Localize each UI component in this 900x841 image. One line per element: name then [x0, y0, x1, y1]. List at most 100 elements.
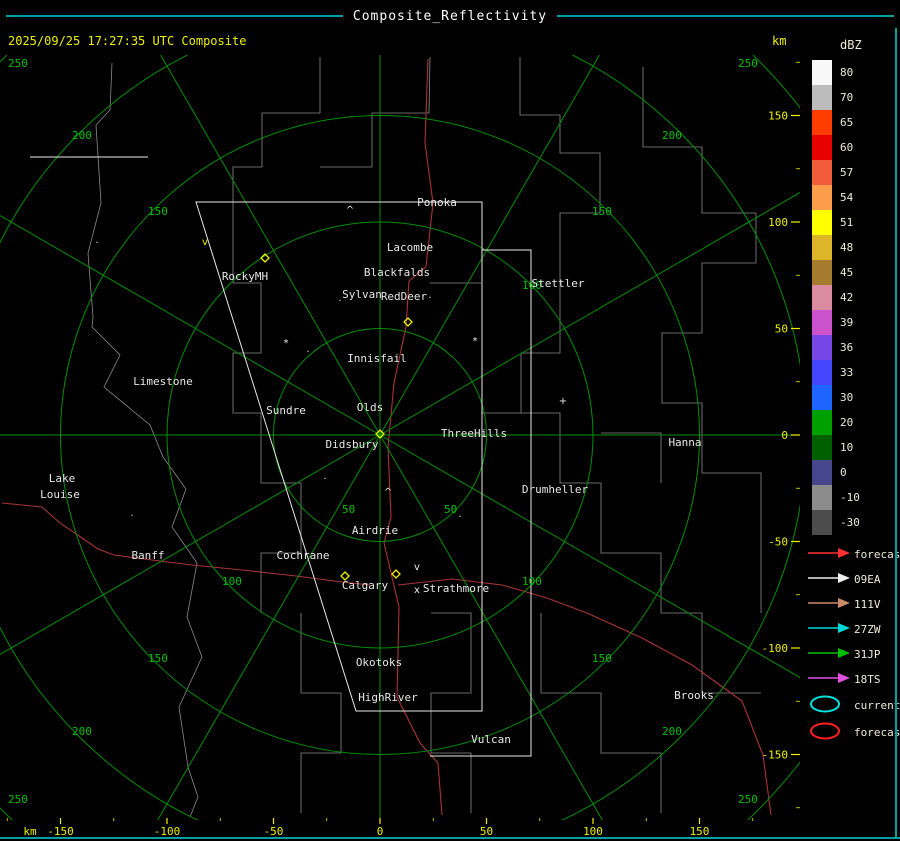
- legend-item: 27ZW: [806, 617, 900, 642]
- city-label: Drumheller: [522, 483, 589, 496]
- colorbar-row: 36: [812, 335, 860, 360]
- colorbar-row: 33: [812, 360, 860, 385]
- colorbar-value-label: 39: [840, 316, 853, 329]
- colorbar-value-label: 60: [840, 141, 853, 154]
- colorbar-row: -30: [812, 510, 860, 535]
- colorbar-value-label: 48: [840, 241, 853, 254]
- legend-item: 18TS: [806, 667, 900, 692]
- legend-label: 18TS: [854, 673, 881, 686]
- timestamp-label: 2025/09/25 17:27:35 UTC Composite: [8, 34, 246, 48]
- colorbar-swatch: [812, 410, 832, 435]
- ring-distance-label: 200: [662, 725, 682, 738]
- track-legend: forecast09EA111V27ZW31JP18TScurrentforec…: [806, 542, 900, 746]
- right-axis-tick-label: -150: [762, 749, 789, 762]
- colorbar-value-label: 70: [840, 91, 853, 104]
- colorbar-value-label: 57: [840, 166, 853, 179]
- city-label: RedDeer: [381, 290, 428, 303]
- legend-label: forecast: [854, 726, 900, 739]
- colorbar-value-label: 42: [840, 291, 853, 304]
- colorbar-row: 51: [812, 210, 860, 235]
- legend-arrow-icon: [806, 645, 854, 664]
- radar-site-diamond-icon: [404, 318, 412, 326]
- poi-marker-icon: *: [284, 338, 289, 349]
- colorbar-swatch: [812, 260, 832, 285]
- poi-marker-icon: .: [95, 235, 98, 246]
- arrow-head: [838, 623, 850, 633]
- arrow-head: [838, 648, 850, 658]
- colorbar-row: 60: [812, 135, 860, 160]
- ring-distance-label: 150: [592, 652, 612, 665]
- colorbar-value-label: 45: [840, 266, 853, 279]
- title-rule-right: [557, 15, 894, 17]
- ring-distance-label: 250: [738, 793, 758, 806]
- colorbar-row: 20: [812, 410, 860, 435]
- city-label: Stettler: [532, 277, 585, 290]
- reflectivity-colorbar: 807065605754514845423936333020100-10-30: [812, 60, 860, 535]
- ellipse-outline: [811, 723, 839, 738]
- right-axis-tick-label: -100: [762, 642, 789, 655]
- colorbar-swatch: [812, 385, 832, 410]
- city-label: Brooks: [674, 689, 714, 702]
- city-label: Calgary: [342, 579, 389, 592]
- poi-marker-icon: .: [338, 293, 341, 304]
- colorbar-value-label: 20: [840, 416, 853, 429]
- colorbar-value-label: 80: [840, 66, 853, 79]
- colorbar-swatch: [812, 60, 832, 85]
- poi-marker-icon: x: [414, 585, 420, 596]
- ring-distance-label: 100: [222, 575, 242, 588]
- colorbar-value-label: 0: [840, 466, 847, 479]
- city-label: Lacombe: [387, 241, 433, 254]
- ring-distance-label: 250: [8, 57, 28, 70]
- colorbar-swatch: [812, 335, 832, 360]
- legend-item: forecast: [806, 542, 900, 567]
- city-label: ThreeHills: [441, 427, 507, 440]
- colorbar-value-label: 65: [840, 116, 853, 129]
- city-label: Banff: [131, 549, 164, 562]
- legend-label: 31JP: [854, 648, 881, 661]
- poi-marker-icon: +: [559, 396, 567, 407]
- poi-marker-icon: *: [473, 336, 478, 347]
- colorbar-swatch: [812, 135, 832, 160]
- colorbar-row: 48: [812, 235, 860, 260]
- colorbar-row: 10: [812, 435, 860, 460]
- colorbar-value-label: 33: [840, 366, 853, 379]
- colorbar-value-label: -30: [840, 516, 860, 529]
- colorbar-row: 45: [812, 260, 860, 285]
- arrow-head: [838, 673, 850, 683]
- side-panel: dBZ 807065605754514845423936333020100-10…: [800, 28, 900, 838]
- colorbar-value-label: 10: [840, 441, 853, 454]
- poi-marker-icon: .: [130, 508, 133, 519]
- city-label: Strathmore: [423, 582, 489, 595]
- colorbar-value-label: 30: [840, 391, 853, 404]
- legend-arrow-icon: [806, 620, 854, 639]
- city-label: Limestone: [133, 375, 193, 388]
- ring-distance-label: 50: [444, 503, 457, 516]
- colorbar-swatch: [812, 435, 832, 460]
- colorbar-value-label: 51: [840, 216, 853, 229]
- radial-spoke: [380, 135, 800, 435]
- legend-arrow-icon: [806, 545, 854, 564]
- right-axis-unit-label: km: [772, 34, 786, 48]
- arrow-head: [838, 598, 850, 608]
- colorbar-row: 39: [812, 310, 860, 335]
- legend-item: 09EA: [806, 567, 900, 592]
- radar-site-diamond-icon: [392, 570, 400, 578]
- right-axis-tick-label: -50: [768, 536, 788, 549]
- title-rule-left: [6, 15, 343, 17]
- poi-marker-icon: v: [414, 562, 420, 573]
- colorbar-swatch: [812, 185, 832, 210]
- legend-label: forecast: [854, 548, 900, 561]
- colorbar-title: dBZ: [840, 38, 862, 52]
- legend-arrow-icon: [806, 570, 854, 589]
- poi-marker-icon: ^: [346, 205, 354, 216]
- arrow-head: [838, 573, 850, 583]
- radar-application-window: Composite_Reflectivity 2025/09/25 17:27:…: [0, 0, 900, 841]
- poi-marker-icon: v: [202, 237, 208, 248]
- city-label: Lake: [49, 472, 76, 485]
- city-label: Sundre: [266, 404, 306, 417]
- city-label: RockyMH: [222, 270, 268, 283]
- city-label: HighRiver: [358, 691, 418, 704]
- city-label: Sylvan: [342, 288, 382, 301]
- colorbar-swatch: [812, 85, 832, 110]
- colorbar-row: 54: [812, 185, 860, 210]
